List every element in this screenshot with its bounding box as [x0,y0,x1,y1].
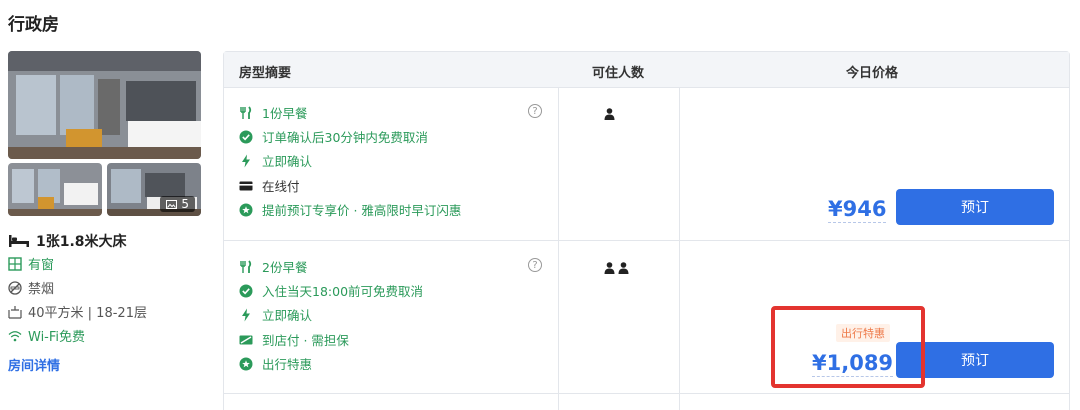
policy-text: 1份早餐 [262,106,308,121]
help-icon[interactable]: ? [528,258,542,272]
check-circle-icon [239,130,253,143]
photo-count: 5 [181,197,189,211]
policy-cancellation: 入住当天18:00前可免费取消 [239,281,423,300]
column-divider [679,88,680,410]
feature-no-smoking: 禁烟 [8,278,54,297]
policy-payment: 在线付 [239,176,300,195]
photo-count-badge: 5 [160,196,195,212]
guest-count [604,108,615,120]
bed-icon [9,235,29,247]
fork-knife-icon [240,259,252,273]
window-icon [8,256,22,271]
highlight-box [771,306,925,388]
policy-confirm: 立即确认 [239,151,312,170]
column-divider [558,88,559,410]
person-icon [618,262,629,274]
room-photo-image [8,163,102,216]
row-divider [224,240,1069,241]
card-icon [239,181,253,190]
bed-info: 1张1.8米大床 [8,231,127,251]
policy-text: 提前预订专享价 · 雅高限时早订闪惠 [262,203,462,218]
feature-label: 40平方米 | 18-21层 [28,306,147,321]
feature-window: 有窗 [8,254,54,273]
feature-label: Wi-Fi免费 [28,330,86,345]
star-badge-icon [239,203,253,216]
star-badge-icon [239,357,253,370]
policy-promo: 出行特惠 [239,354,312,373]
policy-confirm: 立即确认 [239,305,312,324]
person-icon [604,262,615,274]
policy-cancellation: 订单确认后30分钟内免费取消 [239,127,428,146]
header-price: 今日价格 [846,66,899,81]
bed-label: 1张1.8米大床 [36,234,127,250]
image-icon [166,199,178,209]
policy-breakfast: 1份早餐 [239,103,307,122]
lightning-icon [242,154,250,167]
rate-table: 房型摘要 可住人数 今日价格 1份早餐 ? 订单确认后30分钟内免费取消 立即确… [223,51,1070,410]
policy-payment: 到店付 · 需担保 [239,330,349,349]
room-photo-thumb[interactable] [8,163,102,216]
feature-label: 有窗 [28,258,55,273]
price-value: ¥946 [828,197,887,223]
room-photo-thumb[interactable]: 5 [107,163,201,216]
policy-text: 2份早餐 [262,260,308,275]
policy-text: 入住当天18:00前可免费取消 [262,284,424,299]
room-photo-main[interactable] [8,51,201,159]
policy-breakfast: 2份早餐 [239,257,307,276]
page-title: 行政房 [8,15,59,35]
person-icon [604,108,615,120]
header-summary: 房型摘要 [239,66,292,81]
policy-text: 出行特惠 [262,357,313,372]
header-guests: 可住人数 [592,66,645,81]
policy-promo: 提前预订专享价 · 雅高限时早订闪惠 [239,200,461,219]
lightning-icon [242,308,250,321]
row-divider [224,393,1069,394]
feature-area: 40平方米 | 18-21层 [8,302,147,321]
wifi-icon [8,330,22,341]
policy-text: 到店付 · 需担保 [262,333,349,348]
pay-at-hotel-icon [239,335,253,344]
no-smoking-icon [8,280,22,295]
guest-count [604,262,629,274]
policy-text: 立即确认 [262,154,313,169]
table-header: 房型摘要 可住人数 今日价格 [224,52,1069,88]
help-icon[interactable]: ? [528,104,542,118]
room-photo-image [8,51,201,159]
room-details-link[interactable]: 房间详情 [8,355,60,374]
policy-text: 在线付 [262,179,300,194]
policy-text: 订单确认后30分钟内免费取消 [262,130,428,145]
area-icon [8,305,22,319]
check-circle-icon [239,284,253,297]
book-button[interactable]: 预订 [896,189,1054,225]
fork-knife-icon [240,105,252,119]
feature-label: 禁烟 [28,282,55,297]
feature-wifi: Wi-Fi免费 [8,326,85,345]
policy-text: 立即确认 [262,308,313,323]
